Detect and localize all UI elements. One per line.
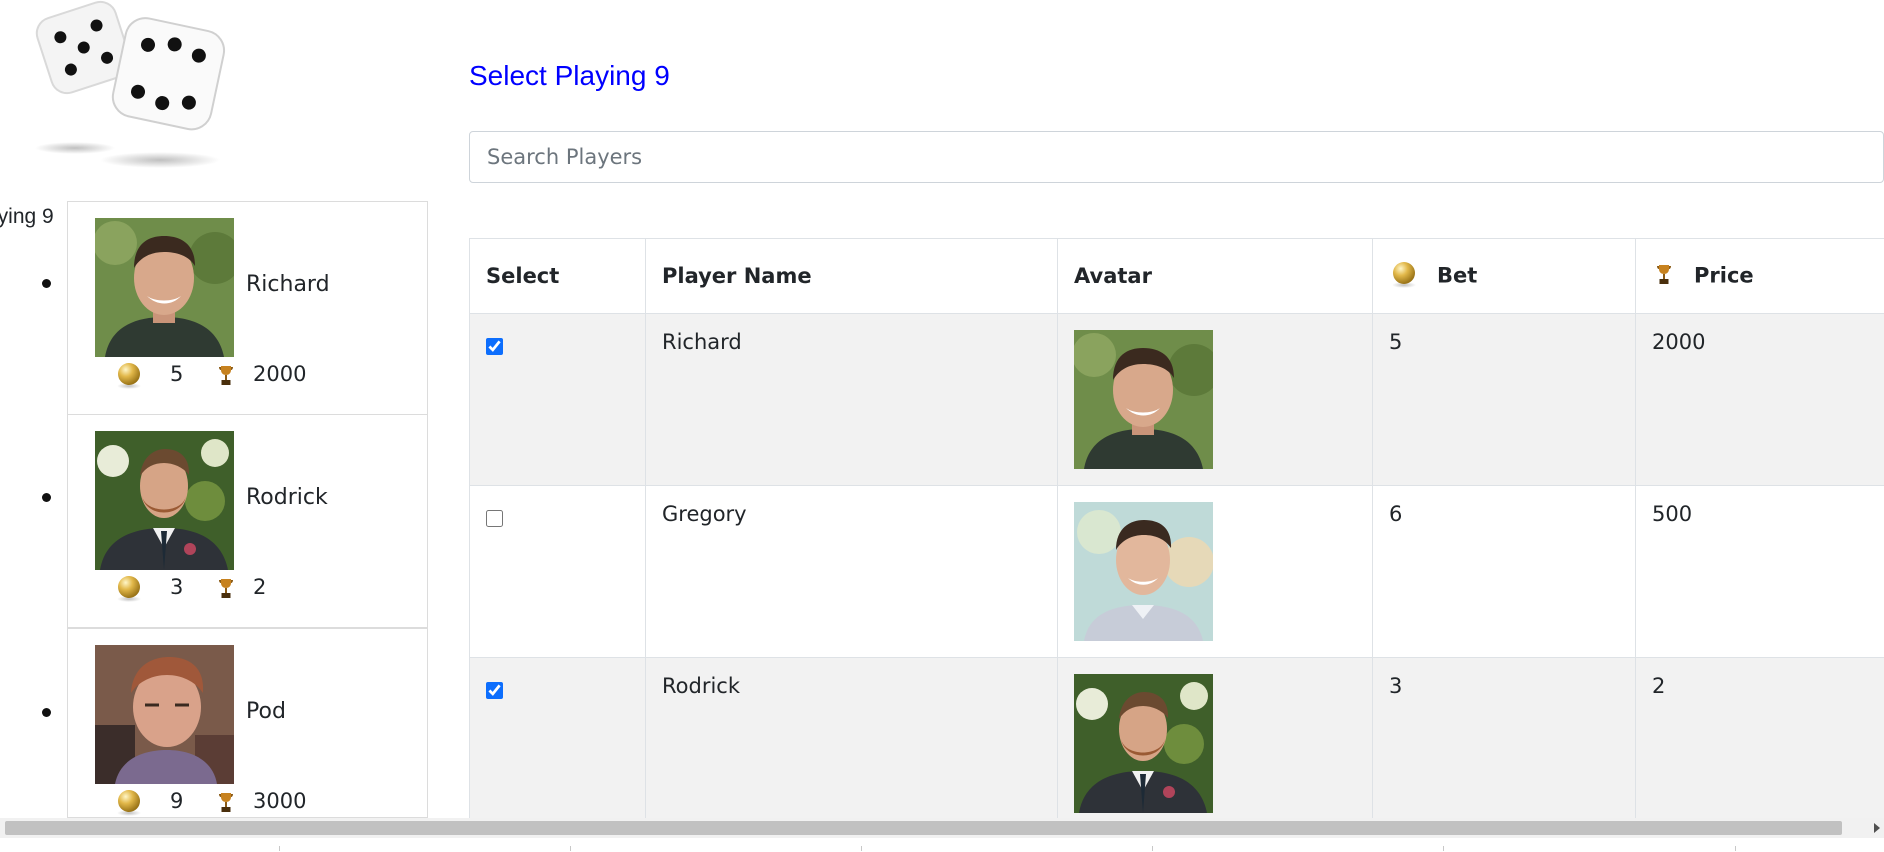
price-cell: 2: [1635, 657, 1884, 818]
search-input[interactable]: [469, 131, 1884, 183]
header-avatar: Avatar: [1057, 238, 1373, 314]
scrollbar-thumb[interactable]: [5, 821, 1842, 835]
list-bullet: [42, 279, 51, 288]
players-table: Select Player Name Avatar Bet Price Rich…: [469, 238, 1884, 818]
gold-coin-icon: [114, 360, 144, 390]
trophy-icon: [214, 576, 238, 600]
avatar-cell: [1057, 657, 1373, 818]
bet-cell: 3: [1372, 657, 1636, 818]
player-name: Richard: [246, 272, 330, 297]
select-cell: [469, 657, 646, 818]
bet-cell: 6: [1372, 485, 1636, 658]
player-name-cell: Rodrick: [645, 657, 1058, 818]
player-name: Rodrick: [246, 485, 328, 510]
table-row: Rodrick 3 2: [469, 657, 1884, 818]
player-name-cell: Richard: [645, 313, 1058, 486]
select-checkbox-gregory[interactable]: [486, 510, 503, 527]
header-price: Price: [1635, 238, 1884, 314]
avatar-cell: [1057, 485, 1373, 658]
player-avatar-richard: [95, 218, 234, 357]
header-select: Select: [469, 238, 646, 314]
playing-nine-label: aying 9: [0, 205, 54, 228]
avatar-cell: [1057, 313, 1373, 486]
scroll-right-arrow-icon[interactable]: [1874, 823, 1880, 833]
select-cell: [469, 313, 646, 486]
gold-coin-icon: [114, 573, 144, 603]
select-checkbox-richard[interactable]: [486, 338, 503, 355]
playing-player-card-rodrick: Rodrick 3 2: [67, 414, 428, 628]
player-name: Pod: [246, 699, 286, 724]
trophy-icon: [214, 790, 238, 814]
price-cell: 2000: [1635, 313, 1884, 486]
gold-coin-icon: [1389, 259, 1419, 294]
player-price: 2: [253, 575, 267, 599]
player-bet: 3: [170, 575, 184, 599]
player-avatar-pod: [95, 645, 234, 784]
player-avatar-rodrick: [1074, 674, 1213, 813]
header-price-label: Price: [1694, 263, 1754, 287]
page-title: Select Playing 9: [469, 60, 670, 91]
trophy-icon: [1652, 262, 1676, 291]
player-name-cell: Gregory: [645, 485, 1058, 658]
player-price: 3000: [253, 789, 307, 813]
player-bet: 5: [170, 362, 184, 386]
playing-player-card-pod: Pod 9 3000: [67, 628, 428, 818]
bottom-ruler: [0, 846, 1884, 852]
list-bullet: [42, 493, 51, 502]
table-row: Gregory 6 500: [469, 485, 1884, 658]
header-bet: Bet: [1372, 238, 1636, 314]
select-cell: [469, 485, 646, 658]
player-avatar-richard: [1074, 330, 1213, 469]
player-bet: 9: [170, 789, 184, 813]
table-row: Richard 5 2000: [469, 313, 1884, 486]
horizontal-scrollbar[interactable]: [0, 818, 1884, 838]
bet-cell: 5: [1372, 313, 1636, 486]
player-avatar-rodrick: [95, 431, 234, 570]
player-price: 2000: [253, 362, 307, 386]
players-table-container: Select Player Name Avatar Bet Price Rich…: [469, 238, 1884, 818]
gold-coin-icon: [114, 787, 144, 817]
select-checkbox-rodrick[interactable]: [486, 682, 503, 699]
table-header-row: Select Player Name Avatar Bet Price: [469, 238, 1884, 314]
trophy-icon: [214, 363, 238, 387]
playing-player-card-richard: Richard 5 2000: [67, 201, 428, 415]
dice-logo-icon: [20, 0, 230, 175]
header-bet-label: Bet: [1437, 263, 1478, 287]
player-avatar-gregory: [1074, 502, 1213, 641]
header-player-name: Player Name: [645, 238, 1058, 314]
list-bullet: [42, 708, 51, 717]
price-cell: 500: [1635, 485, 1884, 658]
